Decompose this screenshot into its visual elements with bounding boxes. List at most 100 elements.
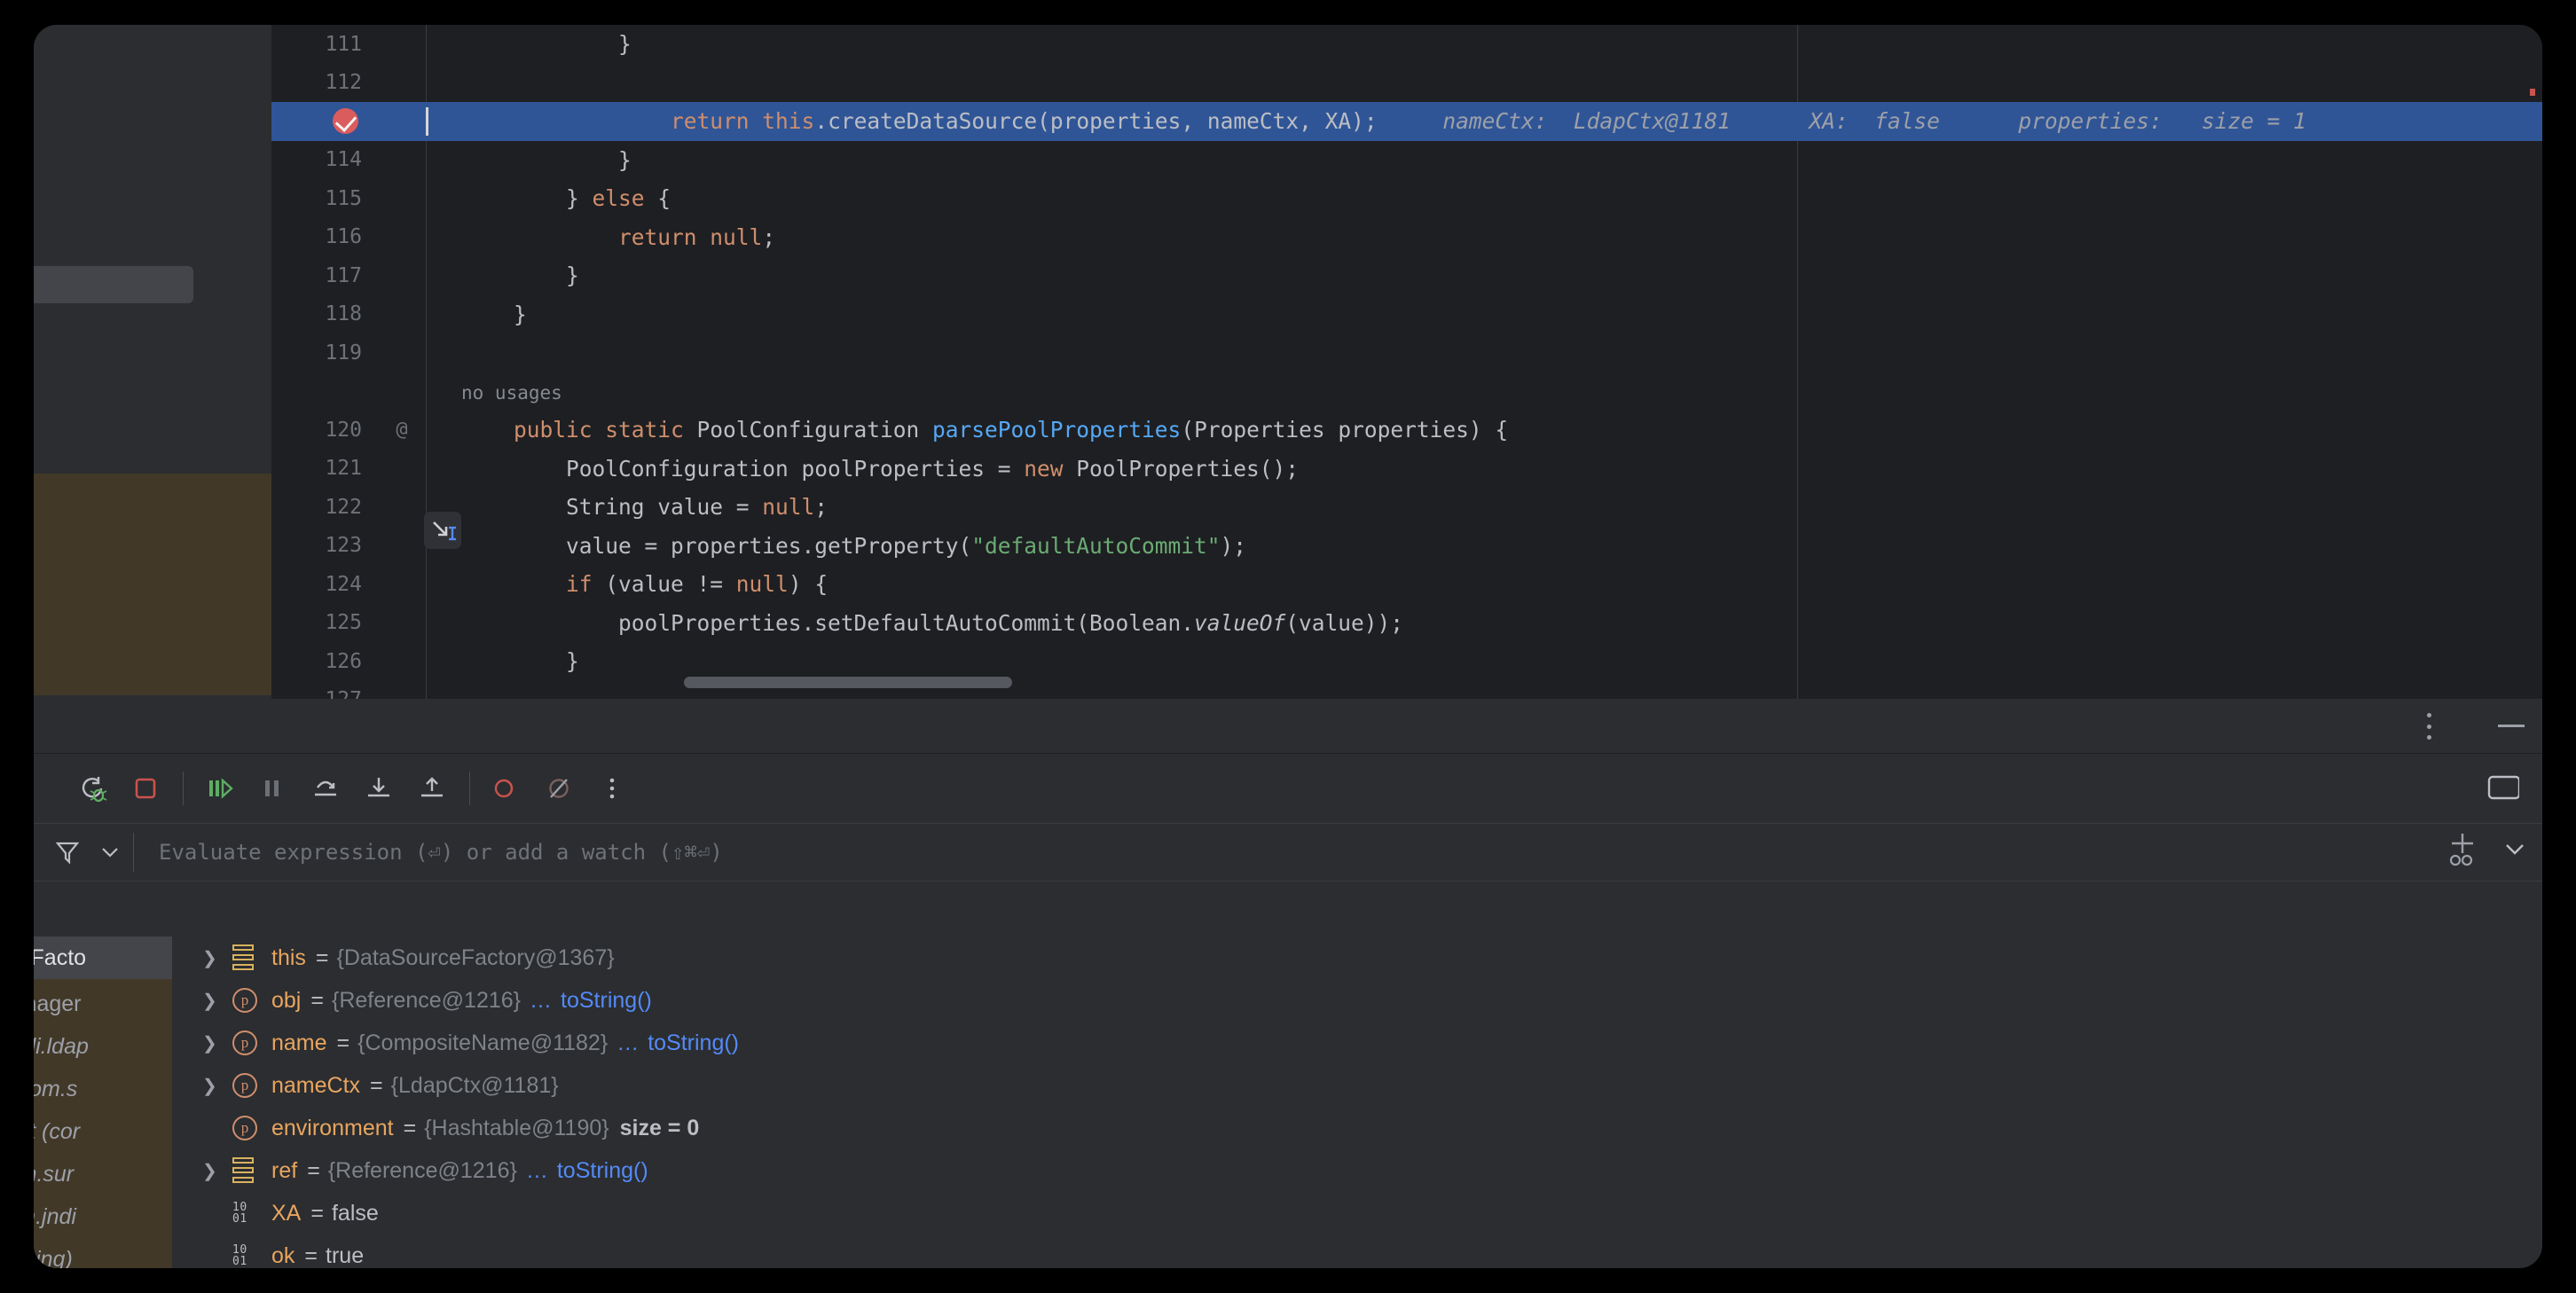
variable-name: ref <box>271 1157 298 1183</box>
variables-panel[interactable]: ❯ this = {DataSourceFactory@1367} ❯ p obj = {Ref… <box>172 936 2542 1268</box>
code-text: } <box>461 648 579 675</box>
step-out-button[interactable] <box>411 767 453 810</box>
tostring-link[interactable]: toString() <box>648 1030 739 1056</box>
breakpoint-icon[interactable] <box>271 108 378 135</box>
mute-breakpoints-button[interactable] <box>538 767 580 810</box>
add-watch-icon[interactable] <box>2446 831 2482 871</box>
ellipsis-icon[interactable]: … <box>526 1158 548 1184</box>
code-line[interactable]: 119 <box>271 333 2542 372</box>
evaluate-expression-bar[interactable]: Evaluate expression (⏎) or add a watch (… <box>34 823 2542 882</box>
equals-sign: = <box>310 1200 324 1226</box>
code-text: no usages <box>426 379 562 404</box>
variable-row[interactable]: ❯ p name = {CompositeName@1182} … toString() <box>172 1022 2542 1064</box>
equals-sign: = <box>310 987 324 1013</box>
code-line[interactable]: 124 if (value != null) { <box>271 565 2542 604</box>
variable-row[interactable]: p environment = {Hashtable@1190} size = 0 <box>172 1107 2542 1149</box>
code-line[interactable]: 117 } <box>271 256 2542 295</box>
variable-row[interactable]: ❯ p nameCtx = {LdapCtx@1181} <box>172 1064 2542 1107</box>
editor-horizontal-scrollbar[interactable] <box>684 677 1012 688</box>
stop-button[interactable] <box>124 767 167 810</box>
pause-program-button[interactable] <box>251 767 294 810</box>
code-text: return null; <box>618 223 776 250</box>
variable-row[interactable]: ❯ ref = {Reference@1216} … toString() <box>172 1149 2542 1192</box>
layout-settings-icon[interactable] <box>2480 766 2523 809</box>
override-marker-icon[interactable]: @ <box>378 419 426 441</box>
step-over-button[interactable] <box>304 767 347 810</box>
code-text: PoolConfiguration poolProperties = new P… <box>461 455 1300 482</box>
view-breakpoints-button[interactable] <box>484 767 527 810</box>
code-line[interactable]: 122 String value = null; <box>271 488 2542 527</box>
code-line[interactable]: 123 value = properties.getProperty("defa… <box>271 527 2542 566</box>
parameter-icon: p <box>232 1073 271 1098</box>
debugger-panel: Evaluate expression (⏎) or add a watch (… <box>34 699 2542 1268</box>
inline-debug-hints[interactable]: nameCtx: LdapCtx@1181 XA: false properti… <box>1378 108 2306 134</box>
ellipsis-icon[interactable]: … <box>617 1030 639 1056</box>
variable-row[interactable]: ❯ p obj = {Reference@1216} … toString() <box>172 979 2542 1022</box>
code-line[interactable]: 126 } <box>271 642 2542 681</box>
code-lines[interactable]: 111 } 112 return this.createDataSource(pr… <box>271 25 2542 699</box>
error-stripe-marker[interactable] <box>2530 89 2535 96</box>
code-line[interactable]: 118 } <box>271 295 2542 334</box>
frame-row-0[interactable]: ourceFacto <box>34 945 86 971</box>
variable-name: obj <box>271 987 302 1013</box>
code-line[interactable]: 121 PoolConfiguration poolProperties = n… <box>271 450 2542 489</box>
variable-row[interactable]: ❯ this = {DataSourceFactory@1367} <box>172 936 2542 979</box>
variable-row[interactable]: 10 01 ok = true <box>172 1234 2542 1268</box>
expand-chevron-icon[interactable] <box>2501 835 2528 866</box>
equals-sign: = <box>336 1030 350 1055</box>
filter-icon[interactable] <box>34 839 87 866</box>
usage-hint[interactable]: no usages <box>461 382 562 404</box>
run-to-cursor-icon[interactable] <box>424 512 461 549</box>
line-number: 114 <box>325 148 362 172</box>
ide-window: e1 tener ons ces 111 } 112 return this.cr… <box>34 25 2542 1268</box>
code-line[interactable]: 111 } <box>271 25 2542 64</box>
code-line[interactable]: 112 <box>271 64 2542 103</box>
frame-row-6[interactable]: m.sun.jndi <box>34 1204 76 1230</box>
ellipsis-icon[interactable]: … <box>530 988 552 1014</box>
expand-chevron-icon[interactable]: ❯ <box>202 947 232 969</box>
rerun-debug-button[interactable] <box>71 767 114 810</box>
frame-row-4[interactable]: ontext (cor <box>34 1119 80 1145</box>
more-options-button[interactable] <box>591 767 633 810</box>
line-number: 123 <box>325 534 362 558</box>
code-text: } <box>461 301 527 327</box>
code-editor[interactable]: 111 } 112 return this.createDataSource(pr… <box>271 25 2542 699</box>
code-line[interactable]: 125 poolProperties.setDefaultAutoCommit(… <box>271 604 2542 643</box>
code-line[interactable]: return this.createDataSource(properties,… <box>271 102 2542 141</box>
tostring-link[interactable]: toString() <box>561 988 652 1014</box>
primitive-icon: 10 01 <box>232 1243 247 1268</box>
chevron-down-icon[interactable] <box>87 841 133 864</box>
variable-value: {Reference@1216} <box>327 1157 517 1183</box>
code-line[interactable]: 120 @ public static PoolConfiguration par… <box>271 411 2542 450</box>
frame-row-5[interactable]: t (com.sur <box>34 1162 74 1187</box>
expand-chevron-icon[interactable]: ❯ <box>202 1160 232 1182</box>
minimize-icon[interactable] <box>2498 725 2525 727</box>
resume-program-button[interactable] <box>198 767 240 810</box>
code-line[interactable]: 115 } else { <box>271 179 2542 218</box>
debugger-toolbar[interactable] <box>34 754 2542 823</box>
variable-name: name <box>271 1030 327 1055</box>
code-line[interactable]: 127 <box>271 681 2542 699</box>
frame-row-3[interactable]: ext (com.s <box>34 1077 77 1102</box>
project-tool-panel[interactable]: e1 tener ons ces <box>34 25 271 699</box>
step-into-button[interactable] <box>357 767 400 810</box>
project-selected-item[interactable] <box>34 266 193 303</box>
frame-row-7[interactable]: x.naming) <box>34 1247 73 1268</box>
toolbar-separator-1 <box>183 772 184 805</box>
variable-row[interactable]: 10 01 XA = false <box>172 1192 2542 1234</box>
expand-chevron-icon[interactable]: ❯ <box>202 1075 232 1097</box>
frame-row-1[interactable]: ryManager <box>34 991 82 1017</box>
variable-name: environment <box>271 1115 394 1140</box>
code-line[interactable]: 114 } <box>271 141 2542 180</box>
evaluate-expression-input[interactable]: Evaluate expression (⏎) or add a watch (… <box>134 840 2542 865</box>
expand-chevron-icon[interactable]: ❯ <box>202 1032 232 1054</box>
expand-chevron-icon[interactable]: ❯ <box>202 990 232 1012</box>
more-vertical-icon[interactable] <box>2416 713 2441 740</box>
frames-panel[interactable]: ourceFacto ryManager un.jndi.ldap ext (c… <box>34 936 172 1268</box>
equals-sign: = <box>403 1115 417 1140</box>
tostring-link[interactable]: toString() <box>557 1158 648 1184</box>
code-text: } <box>461 263 579 289</box>
frame-row-2[interactable]: un.jndi.ldap <box>34 1034 89 1060</box>
code-line[interactable]: no usages <box>271 372 2542 411</box>
code-line[interactable]: 116 return null; <box>271 218 2542 257</box>
